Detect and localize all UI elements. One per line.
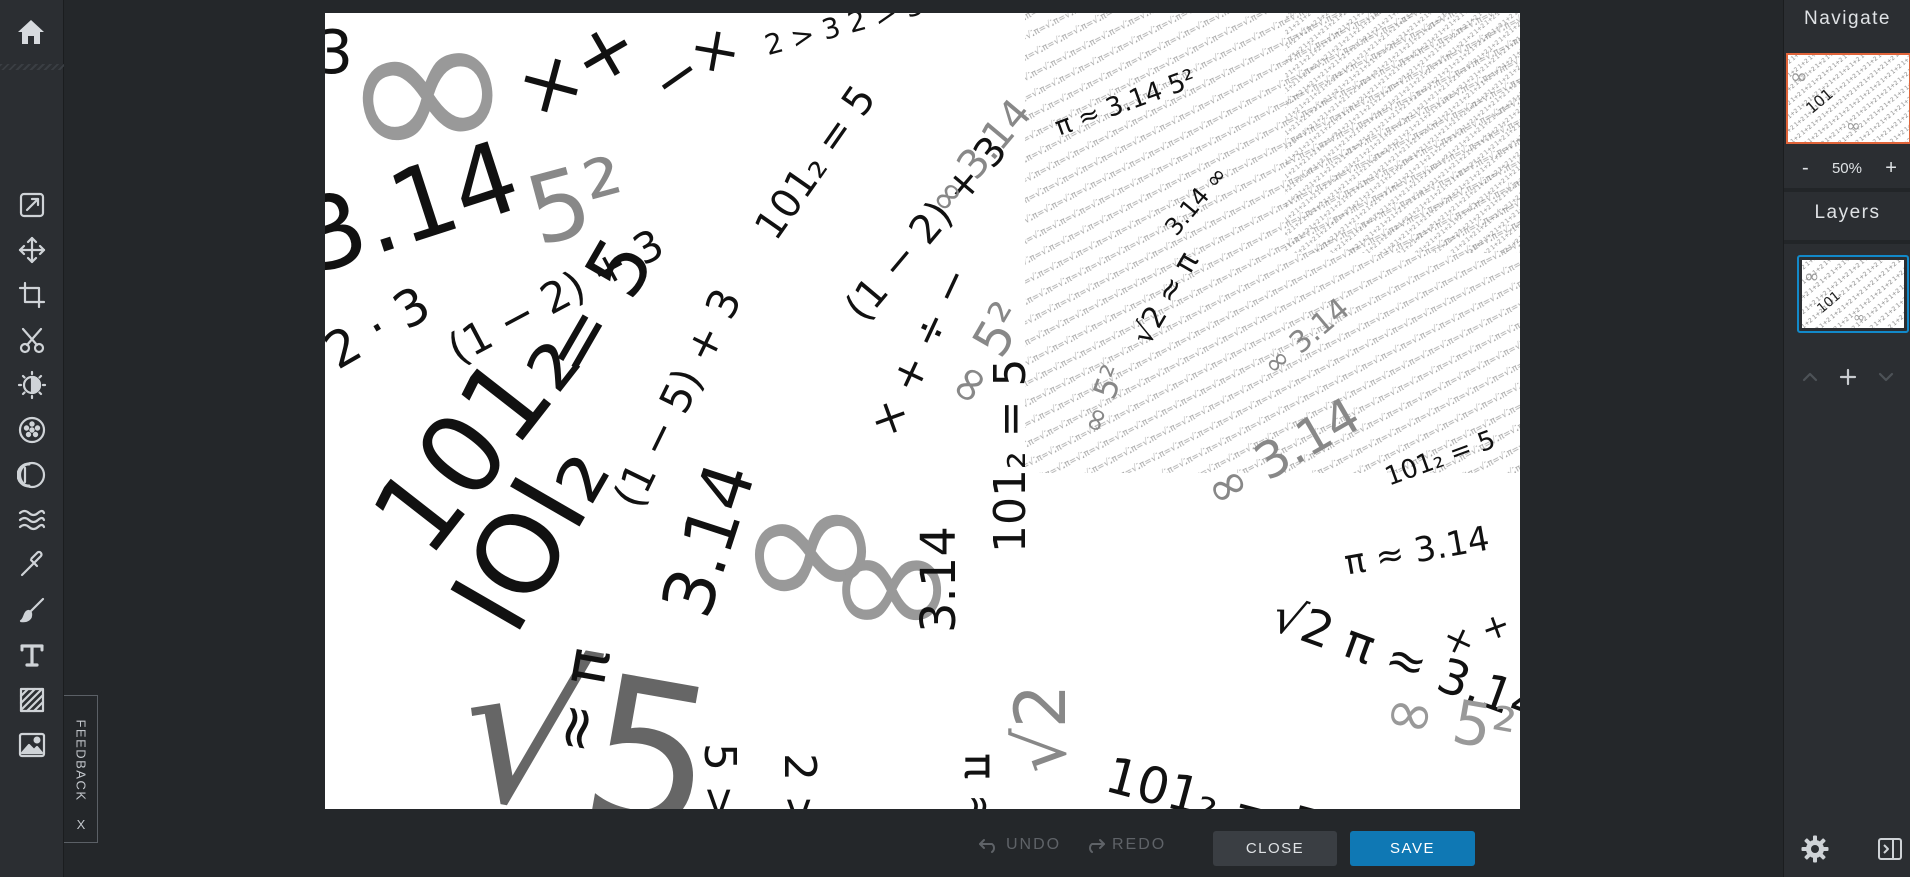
filter-tool[interactable]: [0, 407, 64, 452]
svg-text:5 > 2: 5 > 2: [694, 743, 745, 809]
image-icon: [18, 732, 46, 757]
redo-icon: [1089, 839, 1105, 853]
home-icon: [18, 20, 44, 44]
wave-tool[interactable]: [0, 497, 64, 542]
cut-tool[interactable]: [0, 317, 64, 362]
svg-text:√2: √2: [1000, 684, 1082, 773]
zoom-level: 50%: [1831, 159, 1862, 177]
zoom-in-button[interactable]: +: [1885, 157, 1897, 180]
save-button[interactable]: SAVE: [1350, 831, 1475, 866]
photo-editor: FEEDBACK X π=√2 1+2 3 ∞ 3.14 5² ×+: [0, 0, 1910, 877]
layer-item[interactable]: ∞ 101 ∞: [1797, 255, 1909, 333]
image-canvas[interactable]: π=√2 1+2 3 ∞ 3.14 5² ×+ −× 2 · 3 (1 − 2)…: [325, 13, 1520, 809]
navigator-thumbnail[interactable]: ∞ 101 ∞: [1786, 53, 1910, 144]
panel-collapse-icon: [1878, 838, 1902, 860]
pattern-tool[interactable]: [0, 677, 64, 722]
close-button[interactable]: CLOSE: [1213, 831, 1337, 866]
collapse-panel-button[interactable]: [1877, 836, 1903, 862]
layers-title: Layers: [1814, 202, 1881, 223]
bottom-bar: UNDO REDO CLOSE SAVE: [64, 820, 1784, 877]
svg-text:∞: ∞: [1804, 267, 1819, 288]
gear-icon: [1801, 835, 1829, 863]
undo-icon: [979, 839, 995, 853]
layer-controls: [1784, 362, 1910, 392]
svg-text:π ≈: π ≈: [954, 753, 1005, 809]
scissors-icon: [19, 327, 45, 353]
undo-label: UNDO: [1006, 836, 1062, 853]
layer-preview: ∞ 101 ∞: [1802, 260, 1904, 328]
brightness-icon: [17, 370, 47, 399]
undo-button[interactable]: UNDO: [978, 830, 1061, 860]
feedback-label-wrap: FEEDBACK: [66, 710, 96, 810]
vignette-icon: [17, 461, 46, 488]
zoom-controls: - 50% +: [1784, 153, 1910, 183]
canvas-image: π=√2 1+2 3 ∞ 3.14 5² ×+ −× 2 · 3 (1 − 2)…: [325, 13, 1520, 809]
brightness-tool[interactable]: [0, 362, 64, 407]
image-tool[interactable]: [0, 722, 64, 767]
svg-text:2 > 3: 2 > 3: [774, 753, 825, 809]
text-tool[interactable]: [0, 632, 64, 677]
left-toolbar: [0, 0, 64, 877]
eyedropper-tool[interactable]: [0, 542, 64, 587]
move-icon: [18, 236, 46, 263]
edit-tool[interactable]: [0, 182, 64, 227]
edit-icon: [19, 192, 45, 217]
layer-thumbnail: ∞ 101 ∞: [1802, 260, 1904, 328]
svg-text:∞: ∞: [1846, 117, 1861, 137]
settings-button[interactable]: [1800, 834, 1830, 864]
move-tool[interactable]: [0, 227, 64, 272]
layer-up-icon[interactable]: [1800, 367, 1820, 387]
tool-list: [0, 182, 64, 767]
brush-tool[interactable]: [0, 587, 64, 632]
layer-down-icon[interactable]: [1876, 367, 1896, 387]
panel-divider: [1784, 188, 1910, 192]
filter-icon: [18, 416, 46, 443]
zoom-out-button[interactable]: -: [1802, 157, 1809, 180]
navigate-title: Navigate: [1804, 8, 1891, 29]
text-icon: [20, 643, 44, 667]
add-layer-icon[interactable]: [1838, 367, 1858, 387]
feedback-label: FEEDBACK: [73, 718, 89, 802]
redo-button[interactable]: REDO: [1084, 830, 1166, 860]
panel-divider: [1784, 240, 1910, 244]
crop-icon: [18, 281, 46, 308]
vignette-tool[interactable]: [0, 452, 64, 497]
svg-text:3.14: 3.14: [911, 526, 967, 633]
toolbar-separator: [0, 64, 64, 70]
pattern-icon: [19, 687, 45, 712]
eyedropper-icon: [20, 550, 43, 576]
brush-icon: [19, 597, 45, 622]
redo-label: REDO: [1112, 836, 1167, 853]
home-button[interactable]: [10, 12, 52, 52]
crop-tool[interactable]: [0, 272, 64, 317]
svg-text:∞: ∞: [1853, 310, 1865, 326]
svg-text:∞: ∞: [1790, 64, 1808, 89]
right-panel: Navigate ∞ 101 ∞ - 50% + Layers ∞ 101 ∞: [1783, 0, 1910, 877]
wave-icon: [18, 509, 46, 530]
navigator-preview: ∞ 101 ∞: [1788, 55, 1909, 142]
